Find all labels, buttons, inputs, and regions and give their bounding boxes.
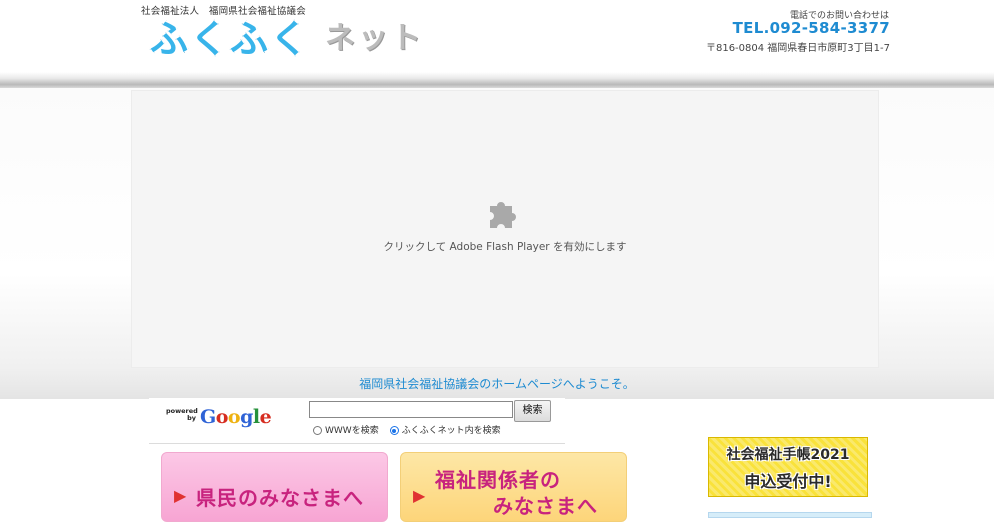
professionals-nav-button[interactable]: ▶ 福祉関係者の みなさまへ [400,452,627,522]
residents-nav-label: 県民のみなさまへ [196,486,364,510]
radio-www[interactable] [313,426,322,435]
google-logo: powered by Google [164,405,276,433]
organization-name: 社会福祉法人 福岡県社会福祉協議会 [141,6,306,17]
side-banner-secondary[interactable] [708,512,872,518]
site-logo[interactable]: ふくふく ネット [150,17,424,65]
site-header: 社会福祉法人 福岡県社会福祉協議会 ふくふく ネット 電話でのお問い合わせは T… [0,0,994,72]
flash-enable-message: クリックして Adobe Flash Player を有効にします [383,241,627,253]
welcome-message: 福岡県社会福祉協議会のホームページへようこそ。 [359,377,635,391]
contact-address: 〒816-0804 福岡県春日市原町3丁目1-7 [705,43,890,54]
banner-subtitle: 申込受付中! [744,472,832,491]
arrow-right-icon: ▶ [174,486,187,505]
arrow-right-icon: ▶ [413,486,426,505]
search-button[interactable]: 検索 [514,400,551,422]
radio-site-label[interactable]: ふくふくネット内を検索 [402,426,501,436]
professionals-nav-line2: みなさまへ [493,494,598,518]
google-brand-word: Google [200,406,272,428]
puzzle-piece-icon [490,202,516,228]
search-scope-options: WWWを検索 ふくふくネット内を検索 [313,423,509,436]
banner-title: 社会福祉手帳2021 [726,447,850,463]
welfare-notebook-banner[interactable]: 社会福祉手帳2021 申込受付中! [708,437,868,497]
radio-www-label[interactable]: WWWを検索 [325,426,379,436]
residents-nav-button[interactable]: ▶ 県民のみなさまへ [161,452,388,522]
site-search: powered by Google 検索 WWWを検索 ふくふくネット内を検索 [149,398,565,444]
flash-placeholder[interactable]: クリックして Adobe Flash Player を有効にします [131,90,879,368]
contact-phone: TEL.092-584-3377 [732,19,890,37]
powered-by-text: powered by [166,407,198,422]
search-input[interactable] [309,401,513,418]
professionals-nav-line1: 福祉関係者の [435,468,561,492]
radio-site[interactable] [389,426,399,435]
professionals-nav-label: 福祉関係者の みなさまへ [435,467,598,519]
header-divider-band [0,72,994,88]
logo-main-text: ふくふく [150,17,311,61]
logo-sub-text: ネット [325,21,425,56]
